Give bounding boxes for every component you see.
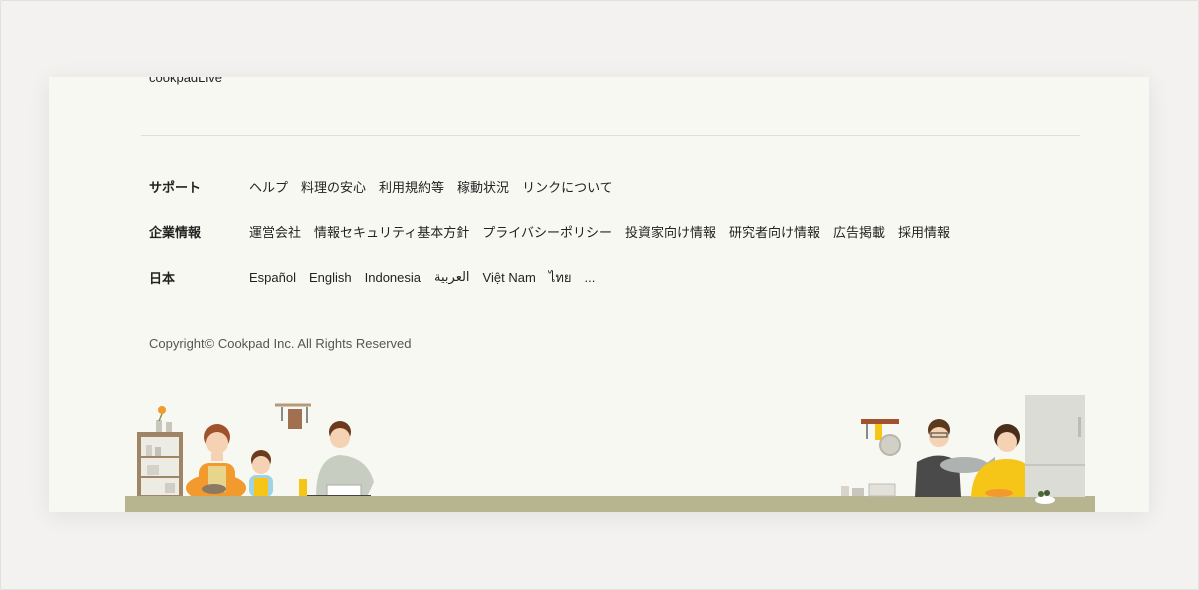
- support-links: ヘルプ 料理の安心 利用規約等 稼動状況 リンクについて: [249, 177, 626, 196]
- support-row: サポート ヘルプ 料理の安心 利用規約等 稼動状況 リンクについて: [149, 176, 626, 196]
- cabinet-shelf-illustration: [137, 406, 183, 498]
- company-links: 運営会社 情報セキュリティ基本方針 プライバシーポリシー 投資家向け情報 研究者…: [249, 222, 963, 241]
- food-safety-link[interactable]: 料理の安心: [301, 177, 366, 196]
- lang-thai-link[interactable]: ไทย: [549, 267, 572, 288]
- language-row: 日本 Español English Indonesia العربية Việ…: [149, 267, 608, 287]
- privacy-policy-link[interactable]: プライバシーポリシー: [482, 222, 612, 241]
- woman-cooking-illustration: [186, 424, 246, 502]
- careers-link[interactable]: 採用情報: [898, 222, 950, 241]
- footer-panel: cookpadLive サポート ヘルプ 料理の安心 利用規約等 稼動状況 リン…: [49, 77, 1149, 512]
- language-links: Español English Indonesia العربية Việt N…: [249, 267, 608, 288]
- advertising-link[interactable]: 広告掲載: [833, 222, 885, 241]
- help-link[interactable]: ヘルプ: [249, 177, 288, 196]
- kitchen-counter-illustration: [125, 496, 1095, 512]
- lang-english-link[interactable]: English: [309, 270, 352, 285]
- language-heading: 日本: [149, 270, 176, 286]
- footer-divider: [141, 135, 1080, 136]
- copyright-text: Copyright© Cookpad Inc. All Rights Reser…: [149, 336, 412, 351]
- lang-arabic-link[interactable]: العربية: [434, 269, 470, 285]
- child-illustration: [249, 450, 273, 504]
- kitchen-illustration: [125, 395, 1095, 512]
- cups-illustration: [841, 483, 896, 497]
- man-cooking-illustration: [299, 421, 374, 499]
- company-row: 企業情報 運営会社 情報セキュリティ基本方針 プライバシーポリシー 投資家向け情…: [149, 221, 963, 241]
- company-heading: 企業情報: [149, 224, 202, 240]
- lang-indonesian-link[interactable]: Indonesia: [365, 270, 421, 285]
- right-utensil-rack-illustration: [861, 419, 901, 456]
- terms-link[interactable]: 利用規約等: [379, 177, 444, 196]
- more-languages-link[interactable]: ...: [585, 270, 596, 285]
- security-policy-link[interactable]: 情報セキュリティ基本方針: [314, 222, 469, 241]
- about-links-link[interactable]: リンクについて: [522, 177, 613, 196]
- investors-link[interactable]: 投資家向け情報: [625, 222, 716, 241]
- company-info-link[interactable]: 運営会社: [249, 222, 301, 241]
- lang-vietnamese-link[interactable]: Việt Nam: [483, 270, 536, 285]
- status-link[interactable]: 稼動状況: [457, 177, 509, 196]
- hanging-utensils-illustration: [275, 403, 311, 429]
- refrigerator-illustration: [1025, 395, 1085, 497]
- lang-spanish-link[interactable]: Español: [249, 270, 296, 285]
- support-heading: サポート: [149, 179, 202, 195]
- researchers-link[interactable]: 研究者向け情報: [729, 222, 820, 241]
- cookpadlive-link[interactable]: cookpadLive: [149, 77, 222, 85]
